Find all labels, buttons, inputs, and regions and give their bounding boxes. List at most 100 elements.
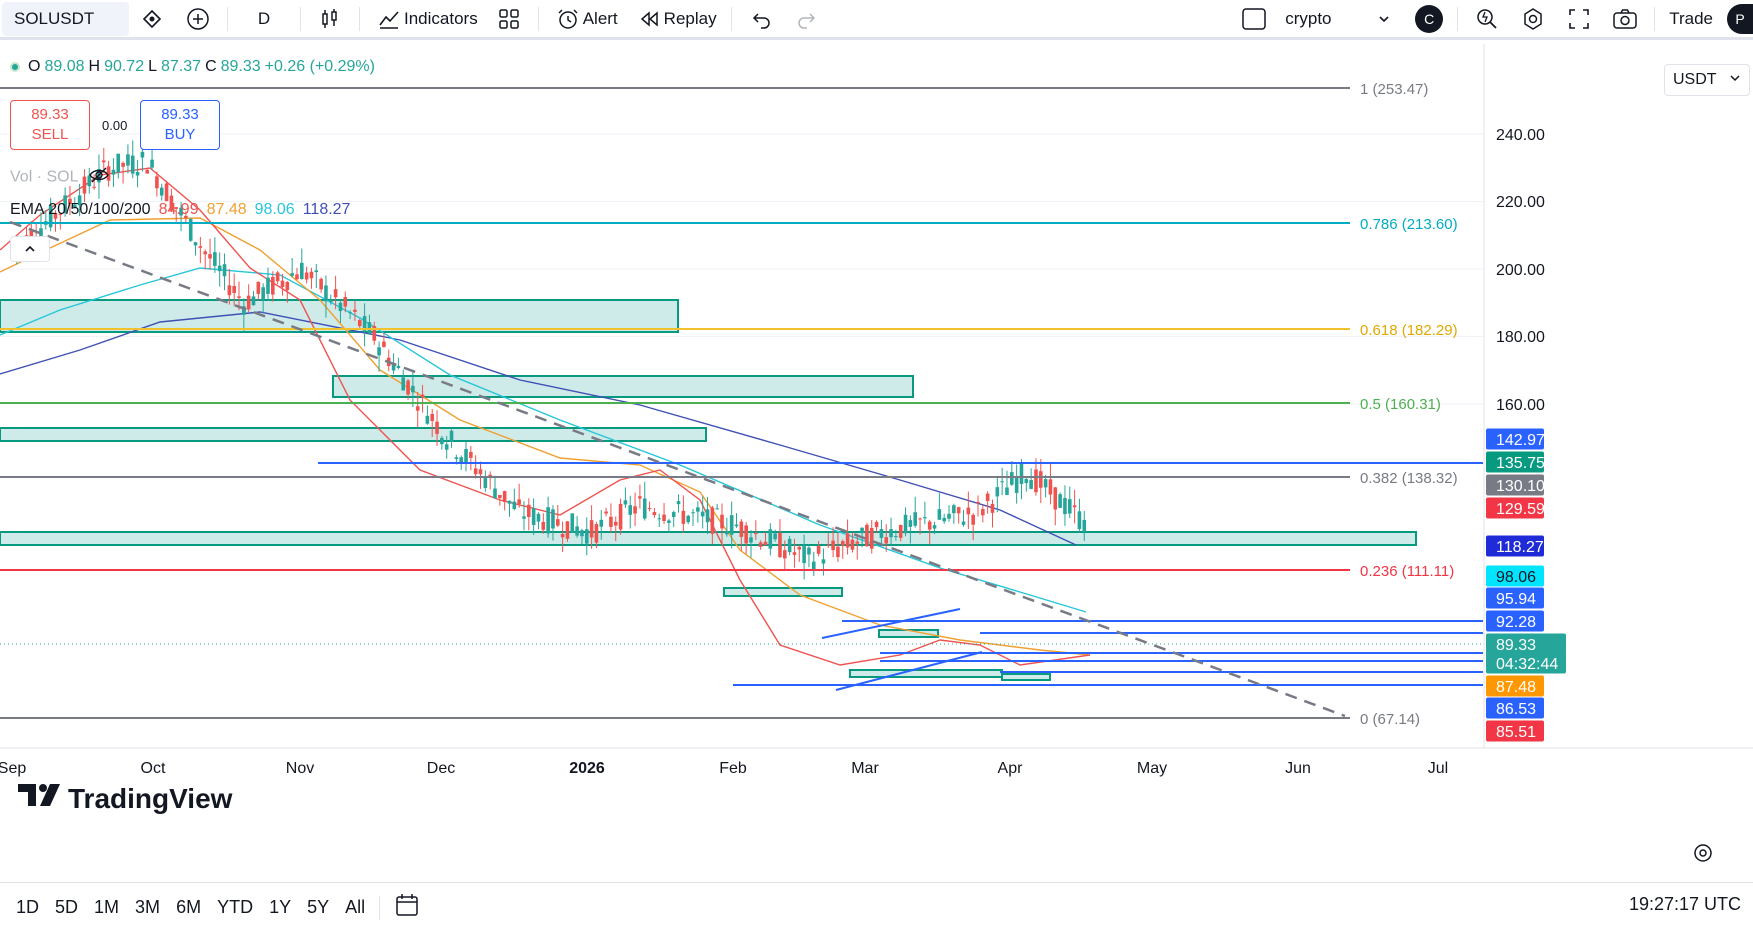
ema-legend[interactable]: EMA 20/50/100/200 84.99 87.48 98.06 118.… xyxy=(10,201,350,219)
candle-body xyxy=(604,511,608,514)
legend-collapse-button[interactable] xyxy=(10,236,50,262)
candle-body xyxy=(271,276,275,295)
layout-toggle-button[interactable] xyxy=(1231,0,1277,39)
undo-button[interactable] xyxy=(738,0,784,39)
buy-button[interactable]: 89.33 BUY xyxy=(140,100,220,150)
camera-icon xyxy=(1610,4,1640,34)
candle-body xyxy=(493,488,497,498)
hidden-eye-icon[interactable] xyxy=(88,166,110,189)
indicators-icon xyxy=(374,4,404,34)
snapshot-button[interactable] xyxy=(1602,0,1648,39)
symbol-search-button[interactable]: SOLUSDT xyxy=(2,1,129,36)
candle-body xyxy=(889,529,893,538)
candle-body xyxy=(831,540,835,551)
supply-demand-zone[interactable] xyxy=(723,587,843,597)
account-button[interactable]: C xyxy=(1407,0,1451,39)
redo-button[interactable] xyxy=(784,0,830,39)
goto-date-button[interactable] xyxy=(386,892,428,923)
compare-button[interactable] xyxy=(129,0,175,39)
candle-body xyxy=(869,527,874,549)
range-button-1m[interactable]: 1M xyxy=(86,897,127,918)
alert-button[interactable]: Alert xyxy=(545,0,626,39)
candle-body xyxy=(261,287,265,301)
chart-type-button[interactable] xyxy=(307,0,353,39)
candle-body xyxy=(357,320,362,327)
profile-button[interactable]: P xyxy=(1721,0,1753,39)
candle-body xyxy=(159,187,164,196)
range-button-1y[interactable]: 1Y xyxy=(261,897,299,918)
tradingview-logo[interactable]: TradingView xyxy=(12,782,239,815)
candle-body xyxy=(734,524,739,527)
candle-body xyxy=(657,518,662,520)
layout-menu-button[interactable] xyxy=(1361,0,1407,39)
candle-body xyxy=(275,272,280,282)
supply-demand-zone[interactable] xyxy=(849,669,1003,678)
supply-demand-zone[interactable] xyxy=(332,375,914,398)
candle-body xyxy=(710,507,715,534)
candle-body xyxy=(691,512,695,514)
range-button-ytd[interactable]: YTD xyxy=(209,897,261,918)
logo-text: TradingView xyxy=(68,782,233,814)
candle-body xyxy=(705,509,710,523)
candle-body xyxy=(1000,481,1004,483)
candle-body xyxy=(594,524,599,543)
volume-legend[interactable]: Vol · SOL xyxy=(10,166,110,189)
candle-body xyxy=(314,270,319,273)
fullscreen-button[interactable] xyxy=(1556,0,1602,39)
fullscreen-icon xyxy=(1564,4,1594,34)
candle-body xyxy=(778,532,782,558)
candle-body xyxy=(420,394,425,398)
supply-demand-zone[interactable] xyxy=(1001,673,1051,681)
avatar: C xyxy=(1415,4,1444,33)
trade-button[interactable]: Trade xyxy=(1661,0,1721,39)
currency-select[interactable]: USDT xyxy=(1664,64,1750,96)
range-button-1d[interactable]: 1D xyxy=(8,897,47,918)
templates-button[interactable] xyxy=(486,0,532,39)
sell-button[interactable]: 89.33 SELL xyxy=(10,100,90,150)
candle-body xyxy=(1034,469,1038,493)
candle-body xyxy=(565,521,570,539)
price-label-text: 87.48 xyxy=(1496,679,1536,696)
currency-label: USDT xyxy=(1673,71,1717,88)
fib-level-label: 1 (253.47) xyxy=(1360,81,1428,98)
bottom-toolbar: 1D 5D 1M 3M 6M YTD 1Y 5Y All xyxy=(0,882,1753,932)
candle-body xyxy=(642,498,647,519)
candle-body xyxy=(744,525,748,544)
candle-body xyxy=(855,541,860,544)
candle-body xyxy=(1019,463,1024,484)
candle-body xyxy=(860,527,864,534)
candle-body xyxy=(227,285,232,296)
add-symbol-button[interactable] xyxy=(175,0,221,39)
range-button-5y[interactable]: 5Y xyxy=(299,897,337,918)
interval-button[interactable]: D xyxy=(234,0,294,39)
time-axis-label: Feb xyxy=(719,760,747,777)
axis-settings-button[interactable] xyxy=(1692,842,1714,870)
candle-body xyxy=(952,505,956,514)
time-axis-label: Nov xyxy=(286,760,314,777)
low-label: L xyxy=(148,58,158,75)
divider xyxy=(1654,6,1656,31)
candles-icon xyxy=(315,4,345,34)
candle-body xyxy=(425,415,430,424)
square-icon xyxy=(1239,4,1269,34)
candle-body xyxy=(845,533,850,548)
quick-search-button[interactable] xyxy=(1464,0,1510,39)
candle-body xyxy=(787,538,792,553)
candle-body xyxy=(444,444,449,450)
settings-button[interactable] xyxy=(1510,0,1556,39)
replay-button[interactable]: Replay xyxy=(626,0,725,39)
price-chart[interactable]: 1 (253.47) 0.786 (213.60) 0.618 (182.29) 0.… xyxy=(0,44,1753,882)
candle-body xyxy=(729,515,734,535)
chart-pane[interactable]: 1 (253.47) 0.786 (213.60) 0.618 (182.29) 0.… xyxy=(0,44,1753,882)
range-button-3m[interactable]: 3M xyxy=(127,897,168,918)
candle-body xyxy=(367,322,372,334)
range-button-6m[interactable]: 6M xyxy=(168,897,209,918)
candle-body xyxy=(266,277,270,294)
indicators-button[interactable]: Indicators xyxy=(366,0,486,39)
range-button-all[interactable]: All xyxy=(337,897,373,918)
candle-body xyxy=(570,513,575,533)
candle-body xyxy=(464,448,468,463)
layout-name-button[interactable]: crypto xyxy=(1277,0,1361,39)
range-button-5d[interactable]: 5D xyxy=(47,897,86,918)
utc-clock[interactable]: 19:27:17 UTC xyxy=(1629,894,1741,915)
